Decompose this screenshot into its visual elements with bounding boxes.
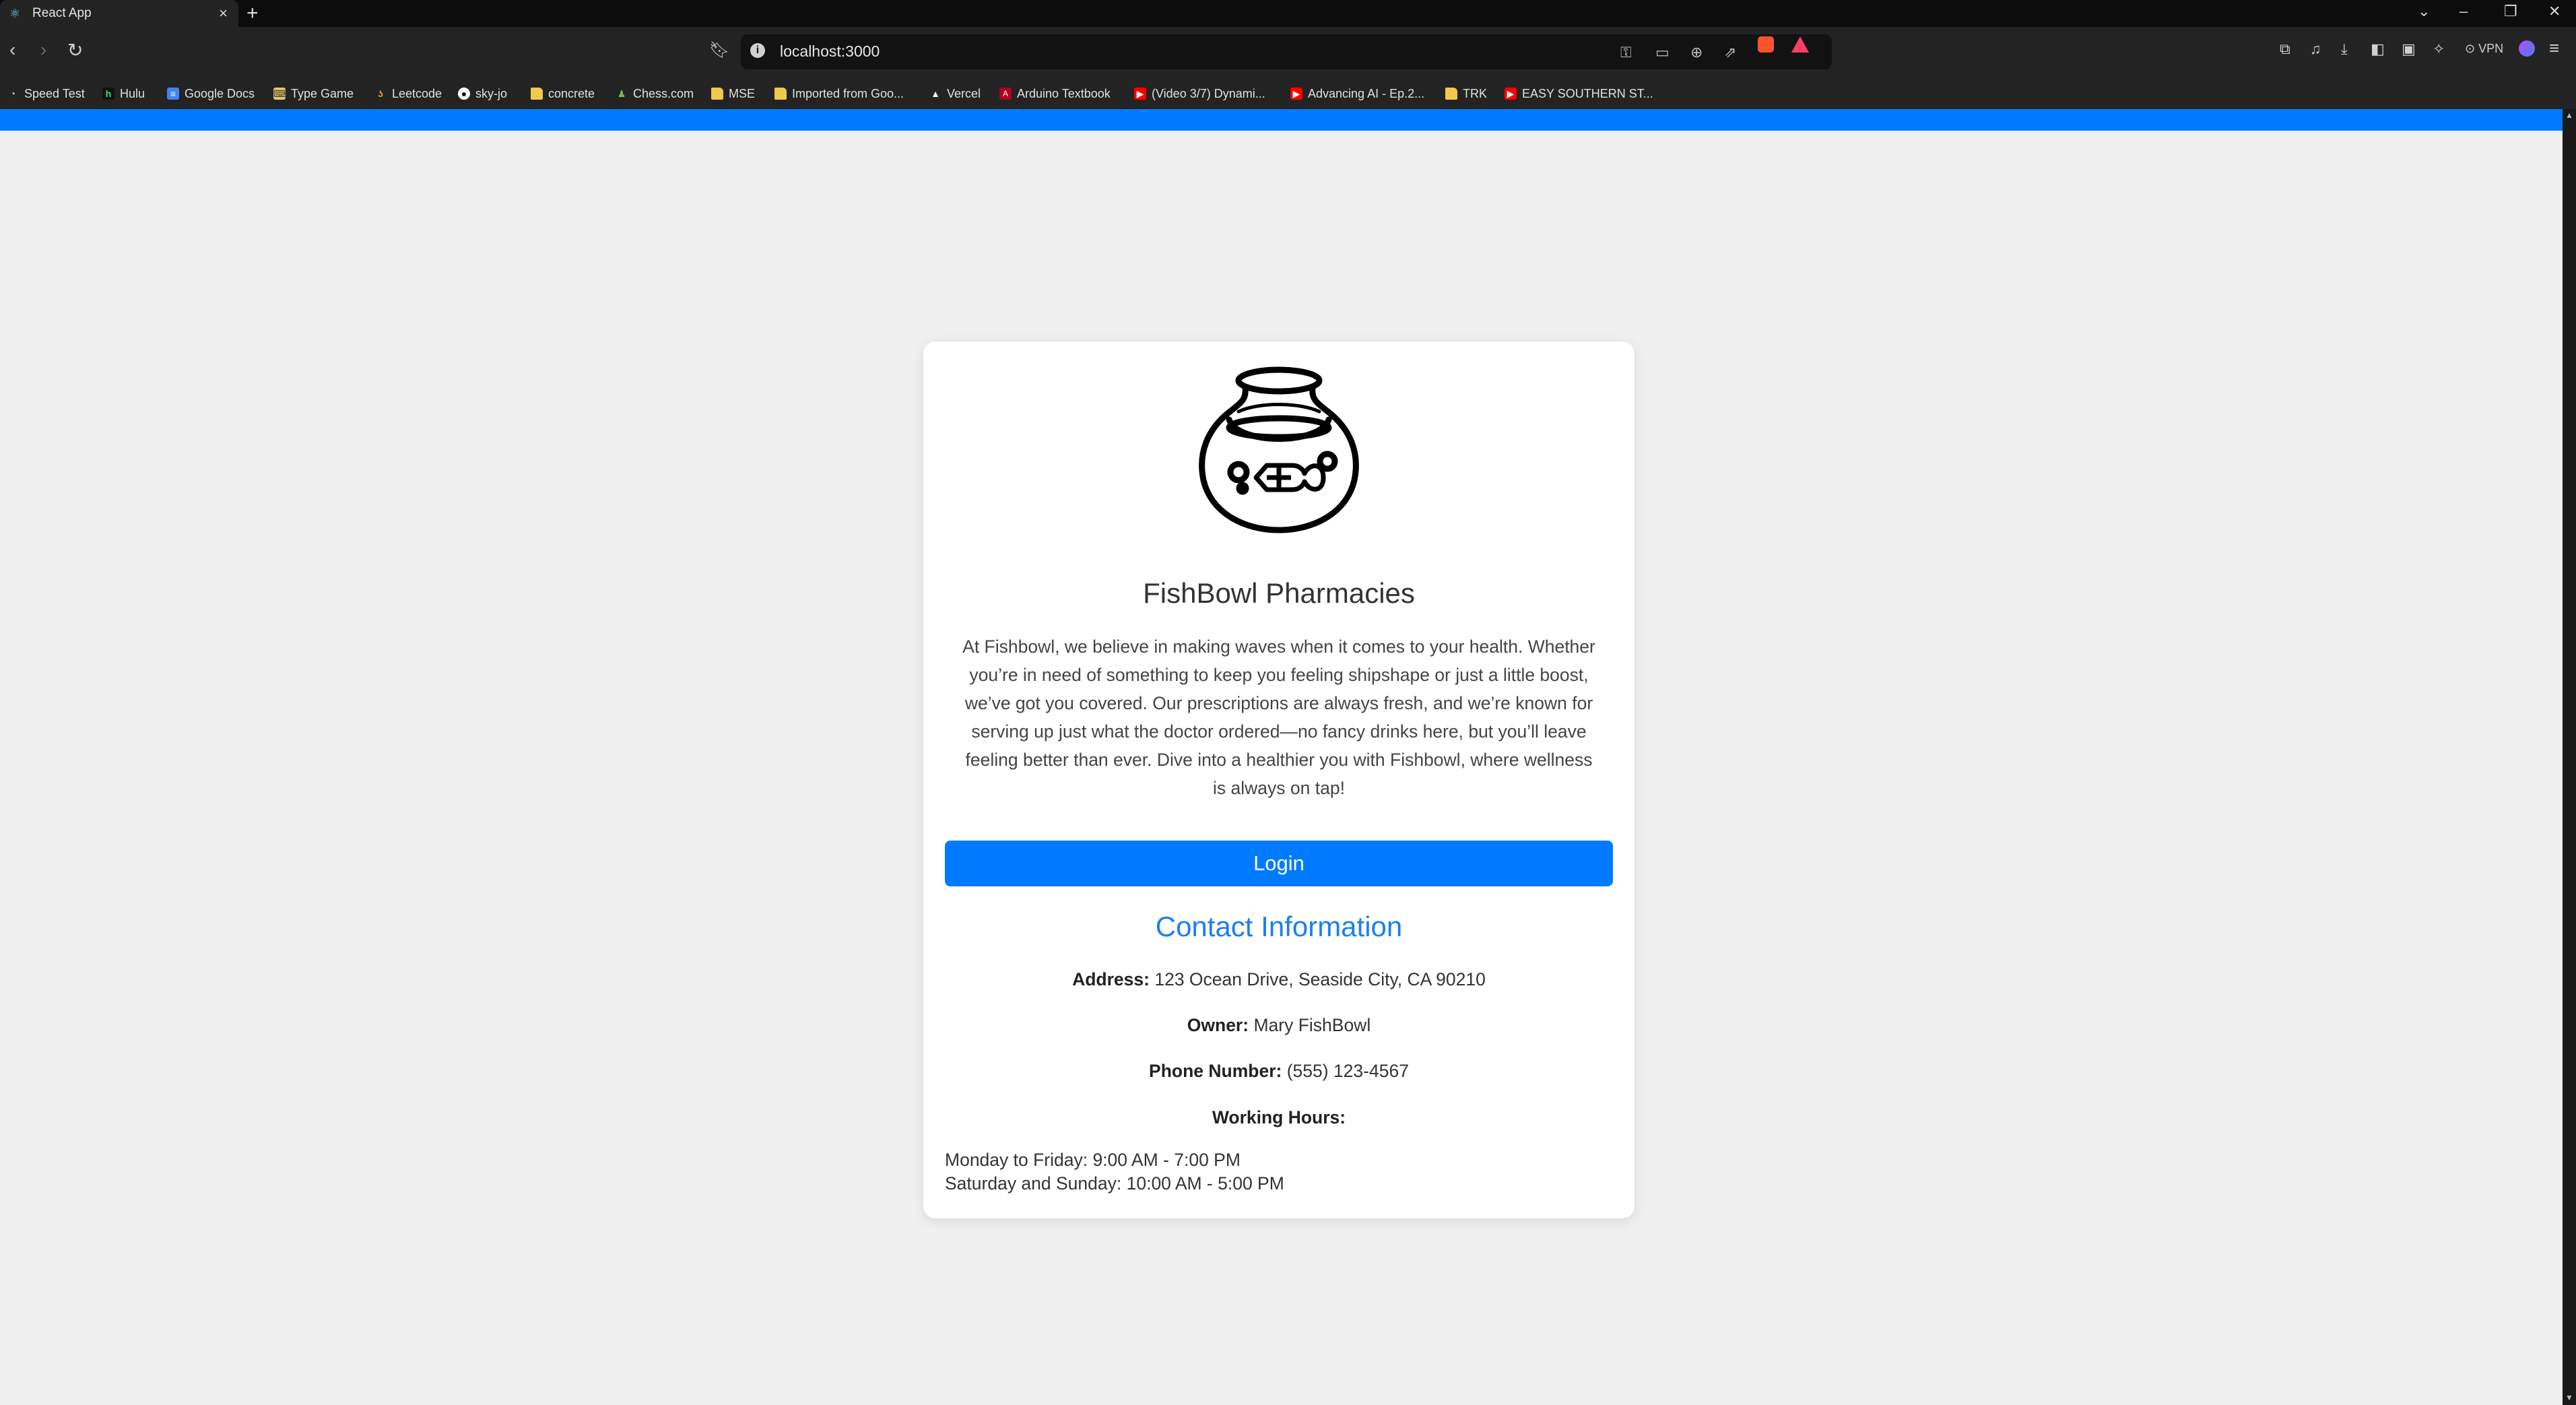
browser-toolbar: ‹ › ↻ 🔖︎ i localhost:3000 ⚿ ▭ ⊕ ⇗ ⧉ ♫ ⤓ … (0, 27, 2576, 78)
bookmark-advancing-ai[interactable]: ▶ Advancing AI - Ep.2... (1290, 78, 1424, 109)
chess-pawn-icon: ♟ (617, 88, 626, 99)
forward-icon[interactable]: › (40, 39, 46, 61)
hours-weekend: Saturday and Sunday: 10:00 AM - 5:00 PM (945, 1173, 1284, 1194)
bookmark-arduino[interactable]: A Arduino Textbook (999, 78, 1111, 109)
new-tab-icon[interactable]: + (246, 2, 259, 25)
tab-strip: ⚛ React App × + ⌄ – ❐ ✕ (0, 0, 2576, 27)
scroll-up-icon[interactable]: ▲ (2565, 110, 2573, 120)
bookmarks-bar: ◔ Speed Test h Hulu ≡ Google Docs ⌨ Type Gam… (0, 78, 2576, 109)
bookmark-concrete[interactable]: concrete (531, 78, 595, 109)
brave-shields-icon[interactable] (1758, 36, 1774, 53)
bookmark-speed-test[interactable]: ◔ Speed Test (7, 78, 85, 109)
react-icon: ⚛ (9, 7, 21, 20)
sidebar-icon[interactable]: ◧ (2371, 40, 2385, 58)
restore-icon[interactable]: ❐ (2504, 3, 2517, 20)
youtube-icon: ▶ (1290, 88, 1302, 100)
youtube-icon: ▶ (1505, 88, 1517, 100)
tab-react-app[interactable]: ⚛ React App × (0, 0, 238, 27)
bookmark-hulu[interactable]: h Hulu (102, 78, 145, 109)
folder-icon (711, 88, 723, 100)
address-value: 123 Ocean Drive, Seaside City, CA 90210 (1154, 969, 1486, 989)
page-scrollbar[interactable]: ▲ ▼ (2563, 109, 2576, 1405)
key-icon[interactable]: ⚿ (1620, 44, 1632, 61)
folder-icon (1445, 88, 1457, 100)
wallet-icon[interactable]: ▣ (2402, 40, 2416, 58)
address-bar[interactable]: i localhost:3000 ⚿ ▭ ⊕ ⇗ (741, 34, 1832, 69)
bookmark-leetcode[interactable]: ʖ Leetcode (374, 78, 442, 109)
leo-ai-icon[interactable]: ✧ (2433, 40, 2445, 58)
owner-value: Mary FishBowl (1253, 1015, 1371, 1035)
bookmark-sky-jo[interactable]: ● sky-jo (458, 78, 507, 109)
leetcode-icon: ʖ (378, 88, 383, 99)
brand-description: At Fishbowl, we believe in making waves … (962, 636, 1595, 798)
folder-icon (531, 88, 543, 100)
brave-rewards-icon[interactable] (1791, 36, 1809, 53)
tab-list-chevron-icon[interactable]: ⌄ (2418, 3, 2430, 20)
phone-value: (555) 123-4567 (1286, 1061, 1409, 1081)
profile-avatar[interactable] (2519, 40, 2535, 57)
hours-heading: Working Hours: (923, 1107, 1634, 1128)
bookmark-icon[interactable]: 🔖︎ (709, 40, 729, 60)
downloads-icon[interactable]: ⤓ (2341, 40, 2348, 58)
bookmark-chess[interactable]: ♟ Chess.com (616, 78, 694, 109)
university-icon: A (999, 88, 1012, 100)
folder-icon (774, 88, 787, 100)
keyboard-icon: ⌨ (273, 88, 288, 100)
login-button[interactable]: Login (945, 841, 1613, 886)
address-label: Address: (1072, 969, 1150, 989)
close-tab-icon[interactable]: × (219, 5, 228, 22)
vpn-label: VPN (2478, 42, 2504, 55)
bookmark-google-docs[interactable]: ≡ Google Docs (167, 78, 255, 109)
bookmark-type-game[interactable]: ⌨ Type Game (273, 78, 354, 109)
brand-title: FishBowl Pharmacies (1143, 577, 1415, 609)
close-window-icon[interactable]: ✕ (2548, 3, 2561, 20)
address-line: Address: 123 Ocean Drive, Seaside City, … (923, 969, 1634, 990)
share-icon[interactable]: ⇗ (1724, 44, 1736, 61)
zoom-icon[interactable]: ⊕ (1690, 44, 1703, 61)
reload-icon[interactable]: ↻ (67, 39, 83, 61)
bookmark-vercel[interactable]: ▲ Vercel (929, 78, 981, 109)
hulu-icon: h (102, 88, 114, 100)
contact-title: Contact Information (1155, 911, 1403, 942)
bookmark-easy-southern[interactable]: ▶ EASY SOUTHERN ST... (1505, 78, 1653, 109)
tab-title: React App (32, 6, 92, 20)
scroll-down-icon[interactable]: ▼ (2565, 1393, 2573, 1402)
phone-line: Phone Number: (555) 123-4567 (923, 1061, 1634, 1082)
cast-icon[interactable]: ▭ (1655, 44, 1670, 61)
bookmark-imported[interactable]: Imported from Goo... (774, 78, 904, 109)
vercel-icon: ▲ (931, 88, 940, 99)
bookmark-mse[interactable]: MSE (711, 78, 755, 109)
gauge-icon: ◔ (9, 88, 16, 99)
back-icon[interactable]: ‹ (9, 39, 15, 61)
pharmacy-card: FishBowl Pharmacies At Fishbowl, we beli… (923, 341, 1634, 1218)
github-icon: ● (458, 88, 470, 100)
fishbowl-logo-icon (1199, 366, 1359, 533)
site-info-icon[interactable]: i (750, 43, 765, 58)
media-icon[interactable]: ♫ (2310, 40, 2321, 58)
phone-label: Phone Number: (1149, 1061, 1282, 1081)
menu-icon[interactable]: ≡ (2549, 38, 2559, 59)
minimize-icon[interactable]: – (2459, 3, 2468, 20)
hours-weekday: Monday to Friday: 9:00 AM - 7:00 PM (945, 1150, 1241, 1170)
url-text[interactable]: localhost:3000 (780, 42, 880, 61)
youtube-icon: ▶ (1134, 88, 1146, 100)
vpn-button[interactable]: ⊙ VPN (2465, 42, 2503, 56)
docs-icon: ≡ (167, 88, 179, 100)
top-accent-bar (0, 109, 2563, 131)
extensions-icon[interactable]: ⧉ (2280, 40, 2290, 58)
hours-label: Working Hours: (1212, 1107, 1346, 1128)
bookmark-video-dynamic[interactable]: ▶ (Video 3/7) Dynami... (1134, 78, 1265, 109)
owner-label: Owner: (1187, 1015, 1249, 1035)
owner-line: Owner: Mary FishBowl (923, 1015, 1634, 1036)
bookmark-trk[interactable]: TRK (1445, 78, 1487, 109)
